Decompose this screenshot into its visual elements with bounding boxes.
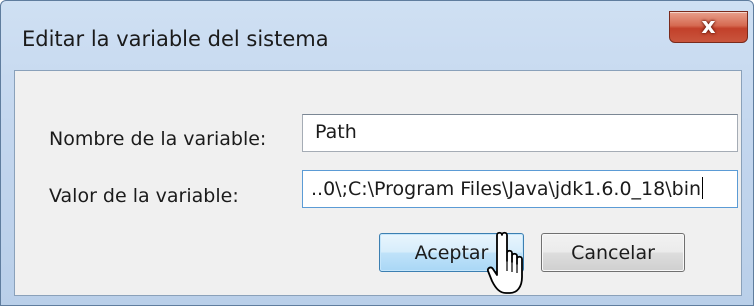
variable-name-input[interactable]: Path xyxy=(302,114,738,152)
variable-value-text: ..0\;C:\Program Files\Java\jdk1.6.0_18\b… xyxy=(311,178,702,200)
close-icon: x xyxy=(701,14,716,39)
close-button[interactable]: x xyxy=(669,11,748,43)
variable-name-value: Path xyxy=(315,121,357,143)
accept-button-label: Aceptar xyxy=(414,241,489,264)
cancel-button-label: Cancelar xyxy=(571,241,655,264)
variable-name-label: Nombre de la variable: xyxy=(49,128,267,150)
dialog-window: Editar la variable del sistema x Nombre … xyxy=(0,0,754,306)
variable-value-label: Valor de la variable: xyxy=(49,185,239,207)
hand-pointer-icon xyxy=(486,231,523,294)
dialog-content: Nombre de la variable: Path Valor de la … xyxy=(14,70,742,296)
text-caret xyxy=(702,177,704,199)
variable-value-input[interactable]: ..0\;C:\Program Files\Java\jdk1.6.0_18\b… xyxy=(302,170,738,208)
cancel-button[interactable]: Cancelar xyxy=(541,233,685,272)
dialog-title: Editar la variable del sistema xyxy=(22,27,329,51)
